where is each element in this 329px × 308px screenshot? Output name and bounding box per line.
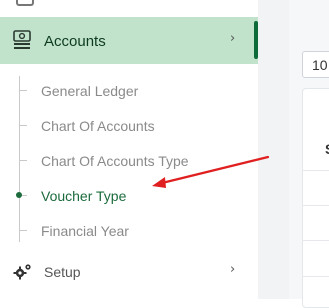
submenu-item-general-ledger[interactable]: General Ledger <box>0 74 258 108</box>
submenu-item-voucher-type[interactable]: Voucher Type <box>0 179 258 213</box>
tree-branch <box>19 230 27 231</box>
sidebar-item-label: Accounts <box>44 33 106 50</box>
tree-branch <box>19 125 27 126</box>
sidebar-item-label: Setup <box>44 264 81 280</box>
table-row-divider <box>302 205 329 206</box>
sidebar: Accounts › General Ledger Chart Of Accou… <box>0 0 258 299</box>
table-row-divider <box>302 170 329 171</box>
chevron-right-icon: › <box>230 262 236 277</box>
submenu-item-label: General Ledger <box>41 83 139 99</box>
table-column-header[interactable]: S <box>325 141 329 157</box>
chevron-right-icon: › <box>230 31 236 46</box>
submenu-item-label: Financial Year <box>41 223 129 239</box>
tree-branch <box>19 160 27 161</box>
previous-menu-item-fragment[interactable] <box>0 0 258 14</box>
gears-icon <box>13 264 31 280</box>
submenu-item-label: Voucher Type <box>41 188 127 204</box>
table-row-divider <box>302 240 329 241</box>
tree-branch <box>22 195 27 196</box>
data-table <box>302 88 329 308</box>
table-row-divider <box>302 276 329 277</box>
submenu-item-chart-of-accounts[interactable]: Chart Of Accounts <box>0 109 258 143</box>
submenu-item-label: Chart Of Accounts <box>41 118 155 134</box>
sidebar-gutter <box>258 0 289 299</box>
menu-icon-fragment <box>16 0 34 6</box>
money-stack-icon <box>13 30 31 49</box>
page-size-select[interactable]: 10 <box>302 51 329 78</box>
submenu-item-chart-of-accounts-type[interactable]: Chart Of Accounts Type <box>0 144 258 178</box>
sidebar-item-setup[interactable]: Setup › <box>0 256 258 290</box>
page-size-value: 10 <box>312 57 328 73</box>
tree-branch <box>19 90 27 91</box>
sidebar-item-accounts[interactable]: Accounts › <box>0 17 258 64</box>
submenu-item-label: Chart Of Accounts Type <box>41 153 189 169</box>
submenu-item-financial-year[interactable]: Financial Year <box>0 214 258 248</box>
